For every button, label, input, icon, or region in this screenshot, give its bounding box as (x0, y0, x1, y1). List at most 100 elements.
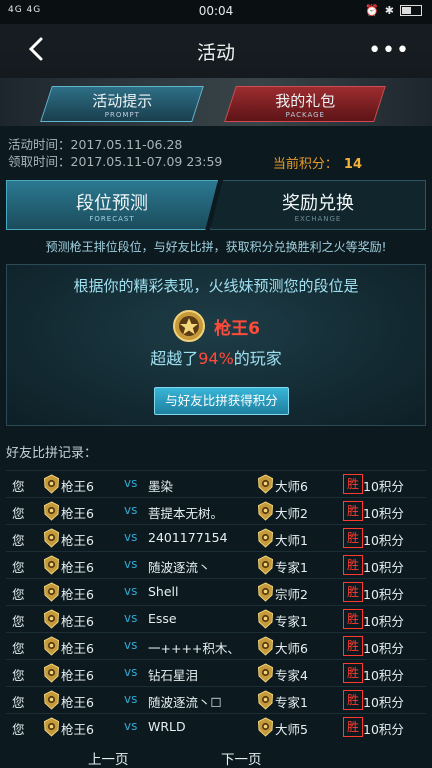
tab-prompt[interactable]: 活动提示 PROMPT (40, 86, 204, 122)
friend-rank-icon (257, 555, 274, 575)
you-label: 您 (12, 587, 25, 602)
table-row: 您 枪王6 vs 一++++积木、 大师6 胜 10积分 (6, 632, 426, 659)
my-rank-icon (43, 528, 60, 548)
beat-prefix: 超越了 (150, 349, 199, 368)
friend-name: 钻石星泪 (148, 668, 199, 683)
points-earned: 10积分 (363, 695, 404, 710)
you-label: 您 (12, 614, 25, 629)
beat-pct: 94% (198, 349, 234, 368)
friend-rank: 大师1 (275, 533, 308, 548)
result-badge: 胜 (343, 501, 363, 521)
my-rank-icon (43, 474, 60, 494)
predicted-rank: 枪王6 (7, 309, 425, 343)
result-badge: 胜 (343, 582, 363, 602)
friend-rank: 大师5 (275, 722, 308, 737)
points-earned: 10积分 (363, 587, 404, 602)
table-row: 您 枪王6 vs WRLD 大师5 胜 10积分 (6, 713, 426, 740)
my-rank-icon (43, 609, 60, 629)
result-badge: 胜 (343, 663, 363, 683)
records-table: 您枪王6 vs 墨染 大师6 胜 10积分您枪王6 vs 菩提本无树。 大师2 胜 10积分您枪王6… (6, 470, 426, 740)
main-tabs: 段位预测 FORECAST 奖励兑换 EXCHANGE (6, 180, 426, 230)
bluetooth-icon: ✱ (384, 4, 394, 17)
vs-label: vs (124, 665, 138, 679)
tab-forecast-label: 段位预测 (76, 193, 148, 214)
tab-package-label: 我的礼包 (275, 92, 336, 110)
claim-time: 领取时间：2017.05.11-07.09 23:59 (8, 154, 223, 169)
result-badge: 胜 (343, 528, 363, 548)
you-label: 您 (12, 695, 25, 710)
friend-rank-icon (257, 501, 274, 521)
tab-forecast-sub: FORECAST (89, 215, 135, 223)
points-earned: 10积分 (363, 614, 404, 629)
friend-rank: 专家1 (275, 614, 308, 629)
my-rank-icon (43, 582, 60, 602)
result-badge: 胜 (343, 690, 363, 710)
vs-label: vs (124, 584, 138, 598)
tab-exchange[interactable]: 奖励兑换 EXCHANGE (210, 180, 426, 230)
table-row: 您 枪王6 vs 2401177154 大师1 胜 10积分 (6, 524, 426, 551)
table-row: 您 枪王6 vs 随波逐流丶☐ 专家1 胜 10积分 (6, 686, 426, 713)
points-earned: 10积分 (363, 479, 404, 494)
more-menu-button[interactable]: ••• (368, 38, 410, 63)
beat-percentage: 超越了94%的玩家 (7, 345, 425, 369)
tab-exchange-sub: EXCHANGE (294, 215, 342, 223)
you-label: 您 (12, 560, 25, 575)
friend-name: Esse (148, 611, 177, 626)
friend-rank: 专家4 (275, 668, 308, 683)
table-row: 您 枪王6 vs Shell 宗师2 胜 10积分 (6, 578, 426, 605)
friend-name: WRLD (148, 719, 186, 734)
friend-name: 随波逐流丶 (148, 560, 211, 575)
tab-forecast[interactable]: 段位预测 FORECAST (6, 180, 218, 230)
friend-rank-icon (257, 528, 274, 548)
score-value: 14 (343, 157, 362, 172)
points-earned: 10积分 (363, 533, 404, 548)
friend-rank: 宗师2 (275, 587, 308, 602)
friend-name: 一++++积木、 (148, 641, 240, 656)
you-label: 您 (12, 533, 25, 548)
friend-rank: 大师6 (275, 479, 308, 494)
next-page-button[interactable]: 下一页 (221, 748, 262, 768)
you-label: 您 (12, 479, 25, 494)
my-rank-icon (43, 555, 60, 575)
table-row: 您 枪王6 vs 钻石星泪 专家4 胜 10积分 (6, 659, 426, 686)
activity-banner: 活动提示 PROMPT 我的礼包 PACKAGE (0, 78, 432, 126)
tab-exchange-label: 奖励兑换 (282, 193, 354, 214)
friend-name: 2401177154 (148, 530, 228, 545)
table-row: 您 枪王6 vs 菩提本无树。 大师2 胜 10积分 (6, 497, 426, 524)
tab-package[interactable]: 我的礼包 PACKAGE (224, 86, 386, 122)
friend-rank-icon (257, 582, 274, 602)
friend-name: 菩提本无树。 (148, 506, 224, 521)
my-rank-icon (43, 690, 60, 710)
app-header: 活动 ••• (0, 24, 432, 78)
my-rank: 枪王6 (61, 641, 94, 656)
activity-info: 活动时间：2017.05.11-06.28 领取时间：2017.05.11-07… (8, 136, 222, 170)
friend-rank-icon (257, 474, 274, 494)
tab-prompt-sub: PROMPT (104, 111, 140, 119)
prev-page-button[interactable]: 上一页 (88, 748, 129, 768)
friend-rank-icon (257, 663, 274, 683)
you-label: 您 (12, 722, 25, 737)
result-badge: 胜 (343, 717, 363, 737)
vs-label: vs (124, 638, 138, 652)
my-rank: 枪王6 (61, 614, 94, 629)
points-earned: 10积分 (363, 722, 404, 737)
vs-label: vs (124, 692, 138, 706)
result-badge: 胜 (343, 636, 363, 656)
my-rank: 枪王6 (61, 479, 94, 494)
forecast-description: 预测枪王排位段位，与好友比拼，获取积分兑换胜利之火等奖励! (45, 240, 387, 254)
vs-label: vs (124, 503, 138, 517)
friend-name: Shell (148, 584, 179, 599)
friend-rank-icon (257, 609, 274, 629)
activity-time: 活动时间：2017.05.11-06.28 (8, 137, 183, 152)
my-rank: 枪王6 (61, 668, 94, 683)
vs-label: vs (124, 611, 138, 625)
my-rank-icon (43, 501, 60, 521)
points-earned: 10积分 (363, 668, 404, 683)
result-badge: 胜 (343, 609, 363, 629)
points-earned: 10积分 (363, 641, 404, 656)
result-badge: 胜 (343, 474, 363, 494)
pager: 上一页 下一页 (0, 745, 432, 768)
compare-with-friends-button[interactable]: 与好友比拼获得积分 (154, 387, 289, 415)
points-earned: 10积分 (363, 560, 404, 575)
table-row: 您 枪王6 vs 墨染 大师6 胜 10积分 (6, 470, 426, 497)
